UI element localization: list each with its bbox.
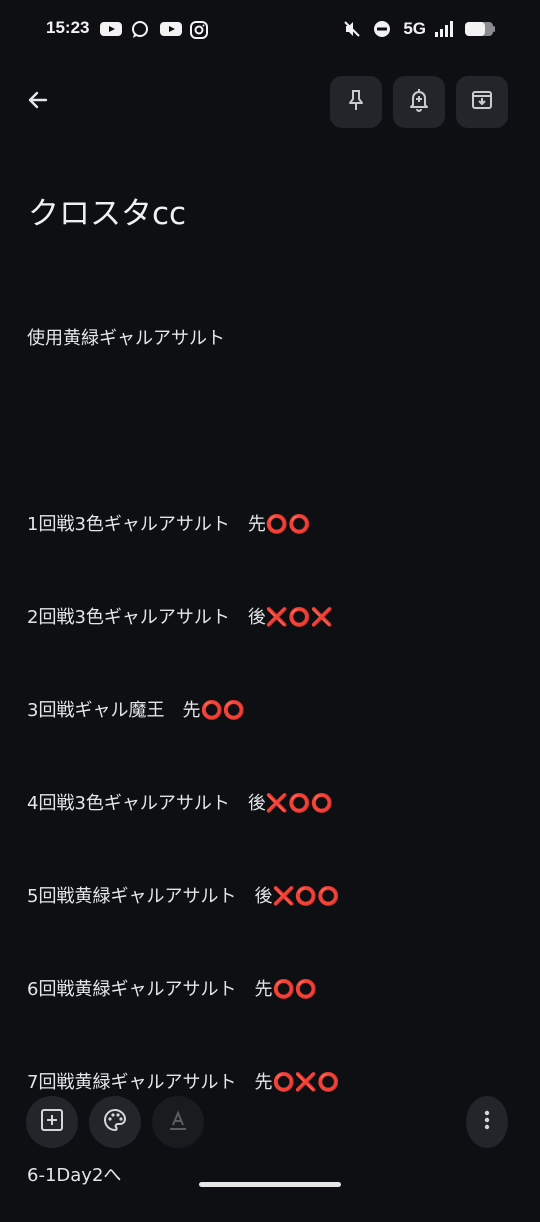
more-options-button[interactable] bbox=[466, 1096, 508, 1148]
youtube-icon bbox=[160, 21, 182, 39]
status-time: 15:23 bbox=[46, 18, 90, 37]
add-content-button[interactable] bbox=[26, 1096, 78, 1148]
instagram-icon bbox=[190, 21, 212, 39]
status-bar: 15:23 5G bbox=[0, 0, 540, 64]
battery-icon bbox=[464, 20, 496, 38]
network-type: 5G bbox=[403, 19, 426, 38]
mute-icon bbox=[343, 20, 365, 38]
background-palette-button[interactable] bbox=[89, 1096, 141, 1148]
reminder-button[interactable] bbox=[393, 76, 445, 128]
more-vert-icon bbox=[483, 1108, 491, 1136]
bottom-toolbar bbox=[0, 1096, 540, 1148]
pin-icon bbox=[345, 88, 367, 116]
note-line: 使用黄緑ギャルアサルト bbox=[27, 328, 225, 349]
note-line: 6回戦黄緑ギャルアサルト 先⭕⭕ bbox=[27, 979, 318, 1000]
arrow-left-icon bbox=[26, 88, 50, 116]
note-line: 7回戦黄緑ギャルアサルト 先⭕❌⭕ bbox=[27, 1072, 340, 1093]
youtube-icon bbox=[100, 21, 122, 39]
dnd-icon bbox=[373, 20, 395, 38]
archive-button[interactable] bbox=[456, 76, 508, 128]
text-format-button[interactable] bbox=[152, 1096, 204, 1148]
note-line: 5回戦黄緑ギャルアサルト 後❌⭕⭕ bbox=[27, 886, 340, 907]
note-line bbox=[27, 416, 340, 447]
note-title[interactable]: クロスタcc bbox=[28, 188, 186, 233]
note-body[interactable]: 使用黄緑ギャルアサルト 1回戦3色ギャルアサルト 先⭕⭕ 2回戦3色ギャルアサル… bbox=[27, 261, 340, 1222]
text-format-icon bbox=[166, 1108, 190, 1136]
chat-bubble-icon bbox=[130, 21, 152, 39]
note-toolbar bbox=[0, 76, 540, 128]
pin-button[interactable] bbox=[330, 76, 382, 128]
add-box-icon bbox=[39, 1107, 65, 1137]
palette-icon bbox=[102, 1107, 128, 1137]
note-line: 3回戦ギャル魔王 先⭕⭕ bbox=[27, 700, 246, 721]
home-indicator[interactable] bbox=[199, 1182, 341, 1187]
note-line: 2回戦3色ギャルアサルト 後❌⭕❌ bbox=[27, 607, 334, 628]
signal-icon bbox=[434, 20, 456, 38]
archive-icon bbox=[470, 88, 494, 116]
note-line: 1回戦3色ギャルアサルト 先⭕⭕ bbox=[27, 514, 311, 535]
back-button[interactable] bbox=[16, 80, 60, 124]
note-line: 4回戦3色ギャルアサルト 後❌⭕⭕ bbox=[27, 793, 334, 814]
bell-plus-icon bbox=[407, 87, 431, 117]
